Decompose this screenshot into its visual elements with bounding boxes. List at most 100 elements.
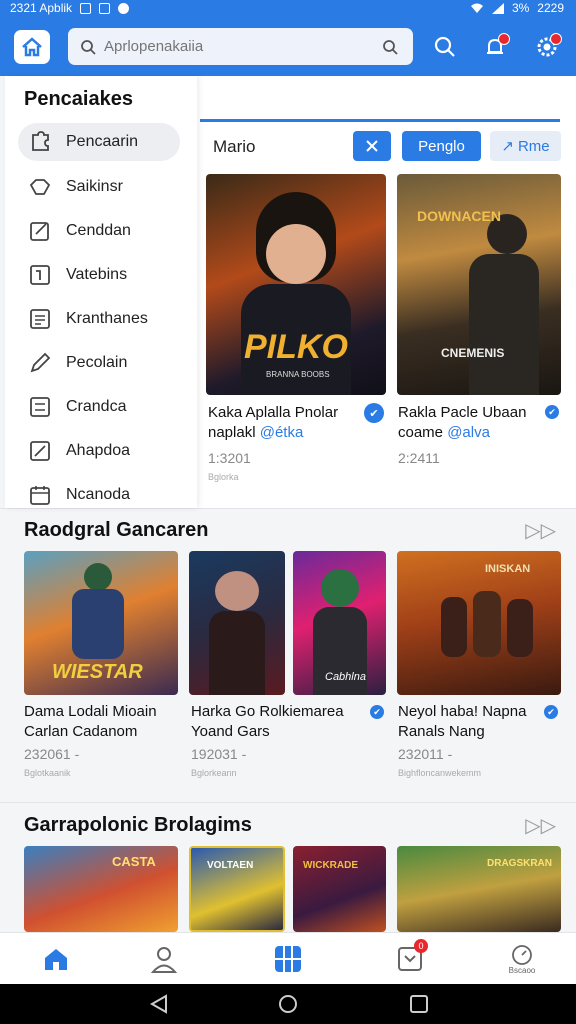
game-title: Kaka Aplalla Pnolar naplakl @étka xyxy=(208,403,338,443)
game-title-line1: Harka Go Rolkiemarea xyxy=(191,703,344,720)
drawer-item[interactable]: Saikinsr xyxy=(18,168,180,206)
sliders-icon xyxy=(30,397,50,417)
game-meta-small: Bglotkaanik xyxy=(24,768,71,778)
verified-icon: ✔ xyxy=(545,405,559,419)
nav-inbox[interactable]: 0 xyxy=(390,939,430,977)
notifications-button[interactable] xyxy=(478,32,512,62)
game-art-title: Cabhlna xyxy=(325,671,366,683)
game-tag[interactable]: @alva xyxy=(447,424,490,441)
status-time-left: 2321 Apblik xyxy=(10,1,73,15)
section-more-icon[interactable]: ▷▷ xyxy=(525,518,556,543)
calendar-icon xyxy=(30,486,50,505)
search-input[interactable] xyxy=(104,38,374,55)
circle-home-icon xyxy=(279,995,297,1013)
game-title-line1: Rakla Pacle Ubaan xyxy=(398,404,527,421)
game-title: Dama Lodali Mioain Carlan Cadanom xyxy=(24,702,157,742)
game-art-subtitle: CNEMENIS xyxy=(441,346,505,360)
drawer-item-label: Ahapdoa xyxy=(66,442,131,459)
search-icon xyxy=(81,39,96,55)
game-card-art[interactable]: DRAGSKRAN xyxy=(397,846,561,932)
recents-button[interactable] xyxy=(408,994,430,1014)
game-art-title: WIESTAR xyxy=(52,661,143,683)
game-title-text: coame xyxy=(398,424,444,441)
home-button[interactable] xyxy=(14,30,50,64)
game-title-line2: Ranals Nang xyxy=(398,723,485,740)
search-submit-icon[interactable] xyxy=(382,39,398,55)
drawer-item[interactable]: Crandca xyxy=(18,388,180,426)
game-card-art[interactable]: VOLTAEN xyxy=(189,846,285,932)
game-card-art[interactable]: WICKRADE xyxy=(293,846,386,932)
home-icon xyxy=(45,949,67,970)
nav-grid[interactable] xyxy=(268,941,308,977)
battery-level: 3% xyxy=(511,1,530,15)
game-card-art[interactable]: Cabhlna xyxy=(293,551,386,695)
puzzle-icon xyxy=(32,131,49,151)
user-icon xyxy=(151,947,177,973)
game-title: Rakla Pacle Ubaan coame @alva xyxy=(398,403,526,443)
drawer-item[interactable]: Cenddan xyxy=(18,212,180,250)
section-more-icon[interactable]: ▷▷ xyxy=(525,813,556,838)
system-navigation-bar xyxy=(0,984,576,1024)
game-meta: 192031 - xyxy=(191,746,247,762)
tab-indicator xyxy=(200,119,560,122)
nav-home[interactable] xyxy=(36,941,76,977)
grid-icon xyxy=(275,946,301,972)
drawer-item[interactable]: Ahapdoa xyxy=(18,432,180,470)
slash-box-icon xyxy=(30,441,50,461)
back-button[interactable] xyxy=(148,994,170,1014)
drawer-item[interactable]: Pencaarin xyxy=(18,123,180,161)
game-title-line2: coame @alva xyxy=(398,423,526,443)
nav-account-label: Bscaoo xyxy=(508,965,536,975)
drawer-item[interactable]: Vatebins xyxy=(18,256,180,294)
game-card-art[interactable]: WIESTAR xyxy=(24,551,178,695)
drawer-item-label: Pecolain xyxy=(66,354,128,371)
game-title-line1: Neyol haba! Napna xyxy=(398,703,527,720)
game-meta-small: Bighfloncanwekemm xyxy=(398,768,482,778)
section-title: Raodgral Gancaren xyxy=(24,519,209,541)
game-tag[interactable]: @étka xyxy=(260,424,304,441)
secondary-filter-button[interactable]: ↗ Rme xyxy=(490,131,561,161)
game-card-art[interactable]: PILKO BRANNA BOOBS xyxy=(206,174,386,395)
pin-icon: ↗ xyxy=(501,138,514,155)
square-recents-icon xyxy=(410,995,428,1013)
game-card-art[interactable]: CASTA xyxy=(24,846,178,932)
list-icon xyxy=(30,309,50,329)
verified-icon: ✔ xyxy=(370,705,384,719)
nav-profile[interactable] xyxy=(144,941,184,977)
settings-button[interactable] xyxy=(530,32,564,62)
search-button[interactable] xyxy=(428,32,462,62)
game-card-art[interactable]: DOWNACEN CNEMENIS xyxy=(397,174,561,395)
inbox-badge: 0 xyxy=(414,939,428,953)
drawer-item[interactable]: Kranthanes xyxy=(18,300,180,338)
game-title-line2: naplakl @étka xyxy=(208,423,338,443)
gamepad-icon xyxy=(29,179,51,195)
game-meta: 232011 - xyxy=(398,746,453,762)
drawer-item-label: Kranthanes xyxy=(66,310,148,327)
drawer-item-label: Vatebins xyxy=(66,266,128,283)
game-meta: 232061 - xyxy=(24,746,80,762)
game-title: Harka Go Rolkiemarea Yoand Gars xyxy=(191,702,344,742)
game-card-art[interactable]: INISKAN xyxy=(397,551,561,695)
drawer-title: Pencaiakes xyxy=(24,88,133,110)
game-art-title: INISKAN xyxy=(485,563,531,575)
search-bar[interactable] xyxy=(68,28,413,65)
app-bar xyxy=(0,16,576,76)
drawer-item[interactable]: Ncanoda xyxy=(18,476,180,514)
settings-badge xyxy=(550,33,562,45)
game-meta: 1:3201 xyxy=(208,450,251,466)
drawer-item[interactable]: Pecolain xyxy=(18,344,180,382)
close-filter-button[interactable] xyxy=(353,131,391,161)
drawer-item-label: Ncanoda xyxy=(66,486,131,503)
back-icon xyxy=(149,994,167,1014)
game-title: Neyol haba! Napna Ranals Nang xyxy=(398,702,526,742)
notification-badge xyxy=(498,33,510,45)
home-system-button[interactable] xyxy=(277,994,299,1014)
game-card-art[interactable] xyxy=(189,551,285,695)
home-icon xyxy=(22,37,42,57)
game-meta-small: Bglorka xyxy=(208,472,239,482)
nav-account[interactable]: Bscaoo xyxy=(502,941,542,977)
close-icon xyxy=(366,140,378,152)
primary-filter-button[interactable]: Penglo xyxy=(402,131,481,161)
game-title-text: naplakl xyxy=(208,424,256,441)
panel-label: Mario xyxy=(213,137,256,156)
